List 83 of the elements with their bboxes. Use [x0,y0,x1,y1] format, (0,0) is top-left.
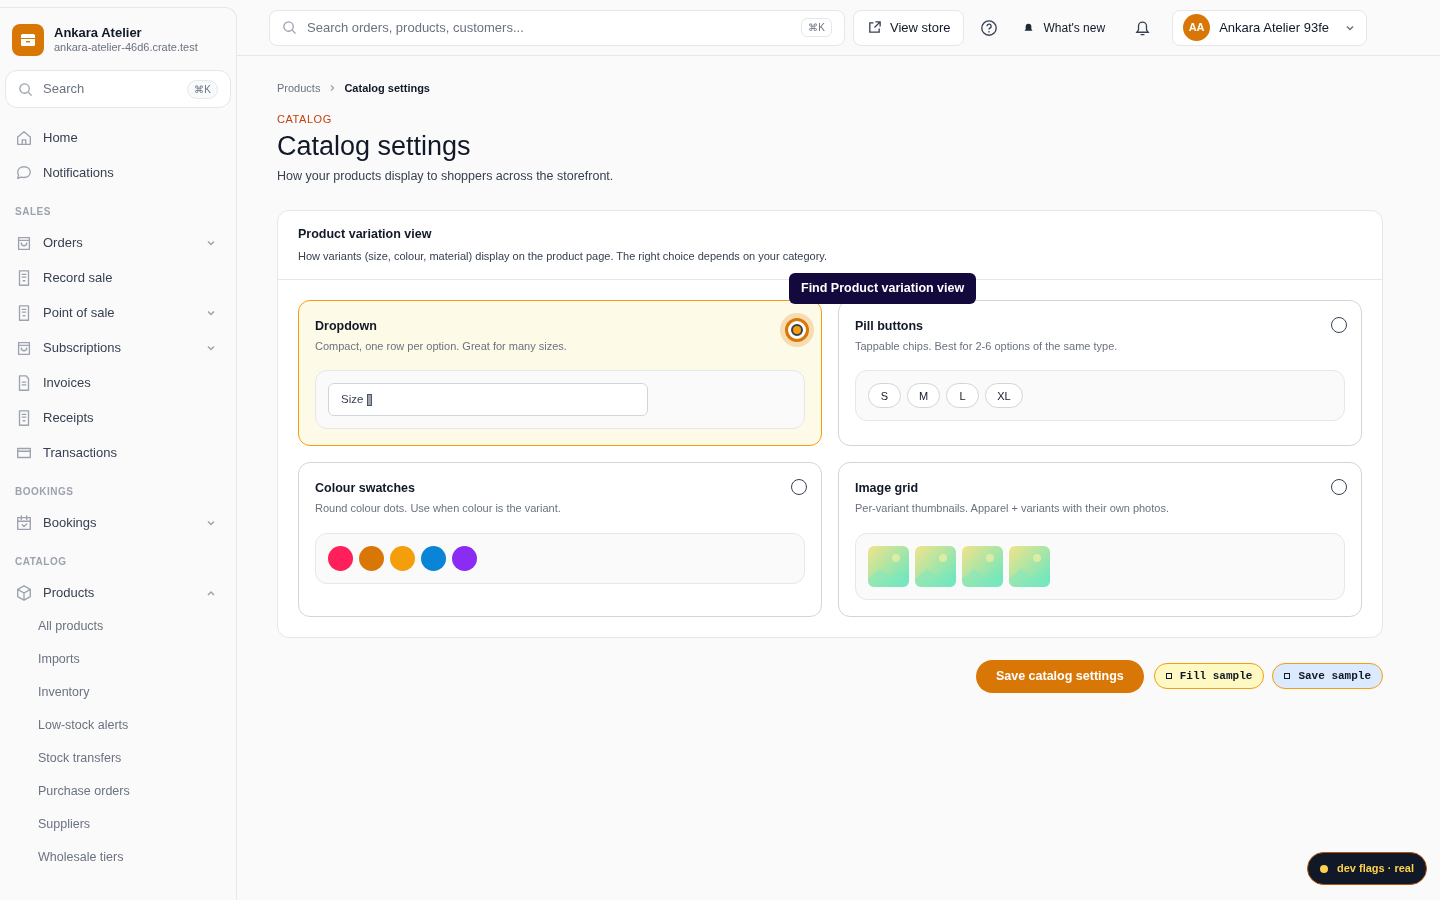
cube-icon [15,583,33,602]
option-card[interactable]: Colour swatches Round colour dots. Use when colour is the variant. [298,462,822,617]
colour-swatch[interactable] [452,545,477,571]
home-icon [15,128,33,147]
nav-item[interactable]: Products [5,575,231,610]
option-chip[interactable]: XL [985,383,1023,409]
section-heading: CATALOG [14,555,68,569]
search-icon [282,20,297,35]
help-icon[interactable] [980,18,999,37]
brand-domain: ankara-atelier-46d6.crate.test [54,41,198,55]
external-link-icon [867,20,882,35]
nav-item[interactable]: Record sale [5,260,231,295]
dev-flags-badge[interactable]: dev flags · real [1307,852,1428,885]
badge-label: dev flags · real [1337,861,1415,877]
colour-swatch[interactable] [359,545,384,571]
search-placeholder: Search orders, products, customers... [307,18,524,37]
account-menu[interactable]: AA Ankara Atelier 93fe [1172,9,1367,46]
option-description: Tappable chips. Best for 2-6 options of the same type. [855,338,1118,354]
card-title: Product variation view [298,225,433,243]
colour-swatch[interactable] [421,545,446,571]
nav-subitem[interactable]: Imports [5,643,231,676]
option-description: Compact, one row per option. Great for many sizes. [315,338,567,354]
card-description: How variants (size, colour, material) display on the product page. The right choice depends on your category. [298,248,829,264]
nav-subitem[interactable]: Suppliers [5,808,231,841]
tooltip: Find Product variation view [789,272,977,304]
avatar: AA [1183,14,1211,41]
nav-subitem[interactable]: Stock transfers [5,742,231,775]
view-store-button[interactable]: View store [853,9,965,46]
option-chip[interactable]: M [907,383,941,409]
breadcrumb-current: Catalog settings [344,81,430,96]
whats-new-button[interactable]: What's new [1014,9,1114,46]
radio-button[interactable] [791,479,807,496]
nav-subitem[interactable]: All products [5,610,231,643]
chat-bubble-icon [15,163,33,182]
option-description: Round colour dots. Use when colour is the variant. [315,501,561,516]
option-chip[interactable]: L [946,383,980,409]
nav-item[interactable]: Orders [5,225,231,260]
brand-name: Ankara Atelier [54,25,143,42]
radio-button[interactable] [1331,479,1347,496]
page-subtitle: How your products display to shoppers across the storefront. [277,168,615,185]
nav-item[interactable]: Invoices [5,365,231,400]
search-icon [18,81,33,97]
search-field[interactable]: Search orders, products, customers... ⌘K [269,9,845,46]
page-title: Catalog settings [277,130,472,163]
option-title: Colour swatches [315,480,417,498]
fill-sample-button[interactable]: Fill sample [1153,663,1265,689]
colour-swatch[interactable] [328,545,353,571]
nav-item[interactable]: Transactions [5,435,231,470]
nav-item[interactable]: Bookings [5,505,231,540]
option-card[interactable]: Dropdown Compact, one row per option. Great for many sizes. Size [298,300,822,447]
shortcut-hint: ⌘K [801,18,832,37]
nav-item[interactable]: Subscriptions [5,330,231,365]
section-heading: BOOKINGS [14,485,75,499]
option-card[interactable]: Pill buttons Tappable chips. Best for 2-6 options of the same type. S M L XL [838,300,1362,447]
nav-subitem[interactable]: Purchase orders [5,775,231,808]
page-eyebrow: CATALOG [277,111,333,127]
option-description: Per-variant thumbnails. Apparel + variants with their own photos. [855,501,1169,516]
shortcut-hint: ⌘K [187,79,218,99]
search-field[interactable]: Search ⌘K [5,70,231,108]
option-chip[interactable]: S [868,383,901,409]
radio-button[interactable] [780,313,814,347]
breadcrumb-link[interactable]: Products [277,80,321,97]
chevron-icon [328,84,337,93]
nav-subitem[interactable]: Wholesale tiers [5,841,231,874]
nav-item[interactable]: Notifications [5,155,231,190]
option-title: Dropdown [315,318,378,335]
search-placeholder: Search [43,80,85,99]
nav-item[interactable]: Point of sale [5,295,231,330]
option-title: Pill buttons [855,318,925,335]
option-card[interactable]: Image grid Per-variant thumbnails. Apparel + variants with their own photos. [838,462,1362,617]
section-heading: SALES [14,205,52,219]
nav-item[interactable]: Receipts [5,400,231,435]
calendar-icon [15,513,33,532]
colour-swatch[interactable] [390,545,415,571]
save-sample-button[interactable]: Save sample [1272,663,1383,689]
box-icon [20,32,36,48]
nav-subitem[interactable]: Low-stock alerts [5,709,231,742]
nav-subitem[interactable]: Inventory [5,676,231,709]
placeholder-glyph-icon [367,393,373,406]
nav-item[interactable]: Home [5,120,231,155]
option-title: Image grid [855,480,920,498]
select-field[interactable]: Size [328,383,648,417]
radio-button[interactable] [1331,317,1347,333]
